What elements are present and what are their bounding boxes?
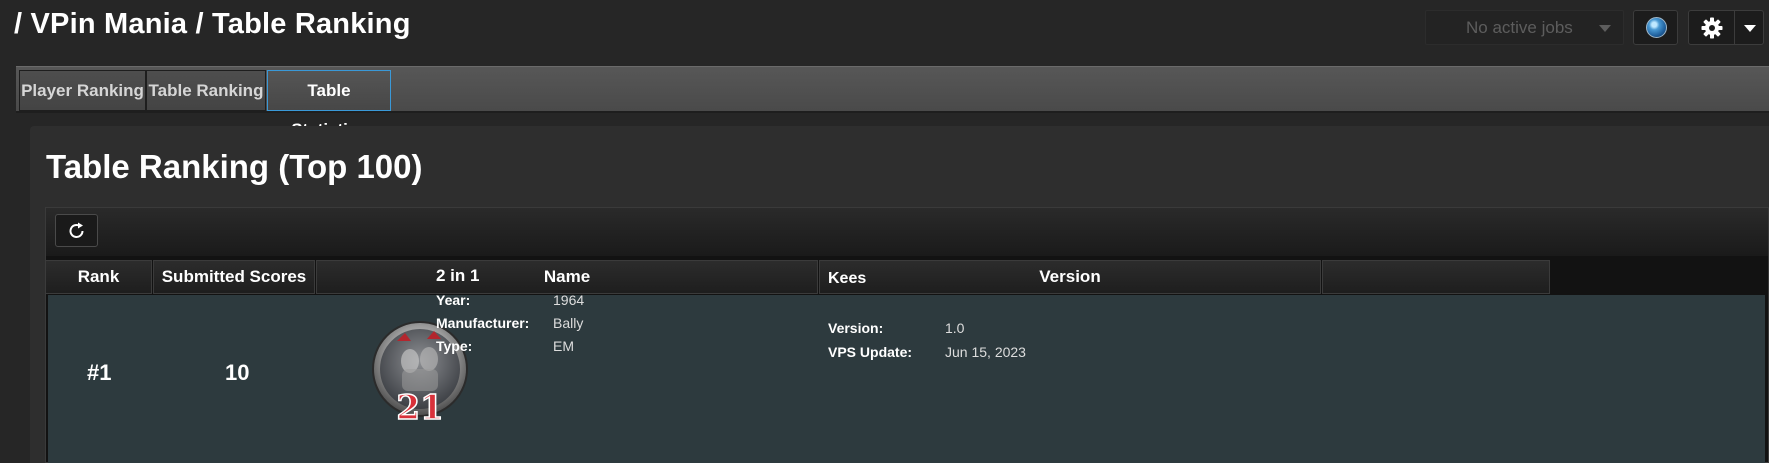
caret-down-icon[interactable]	[1744, 25, 1756, 32]
tab-bar: Player Ranking Table Ranking Table Stati…	[16, 66, 1769, 139]
globe-button[interactable]	[1633, 10, 1678, 45]
tab-table-ranking[interactable]: Table Ranking	[146, 70, 266, 111]
button-divider	[1734, 11, 1735, 44]
vps-update-label: VPS Update:	[828, 344, 913, 360]
tab-table-statistics[interactable]: Table Statistics	[267, 70, 391, 139]
gear-icon	[1701, 17, 1723, 39]
version-author: Kees	[828, 270, 867, 287]
jobs-dropdown[interactable]: No active jobs	[1425, 10, 1624, 45]
type-value: EM	[553, 338, 574, 354]
column-header-submitted-scores[interactable]: Submitted Scores	[153, 260, 315, 294]
vps-update-value: Jun 15, 2023	[945, 344, 1026, 360]
manufacturer-label: Manufacturer:	[436, 315, 530, 331]
version-label: Version:	[828, 320, 884, 336]
table-name: 2 in 1	[436, 266, 480, 285]
table-toolbar	[46, 208, 1768, 256]
refresh-button[interactable]	[55, 214, 98, 247]
rank-cell: #1	[87, 360, 112, 385]
breadcrumb: / VPin Mania / Table Ranking	[14, 8, 411, 40]
column-header-version[interactable]: Version	[819, 260, 1321, 294]
refresh-icon	[69, 222, 84, 238]
manufacturer-value: Bally	[553, 315, 584, 331]
type-label: Type:	[436, 338, 473, 354]
year-label: Year:	[436, 292, 471, 308]
column-header-rank[interactable]: Rank	[45, 260, 152, 294]
year-value: 1964	[553, 292, 585, 308]
column-header-name[interactable]: Name	[316, 260, 818, 294]
settings-menu-button[interactable]	[1688, 10, 1764, 45]
submitted-scores-cell: 10	[225, 360, 250, 385]
table-wheel-image: 21	[372, 321, 468, 426]
jobs-dropdown-label: No active jobs	[1466, 18, 1573, 37]
page-title: Table Ranking (Top 100)	[46, 148, 423, 185]
tab-player-ranking[interactable]: Player Ranking	[19, 70, 146, 111]
wheel-text: 21	[396, 388, 443, 426]
chevron-down-icon	[1599, 25, 1611, 32]
version-value: 1.0	[945, 320, 965, 336]
globe-icon	[1646, 17, 1667, 38]
table-row[interactable]	[48, 295, 1765, 463]
column-header-extra[interactable]	[1322, 260, 1550, 294]
